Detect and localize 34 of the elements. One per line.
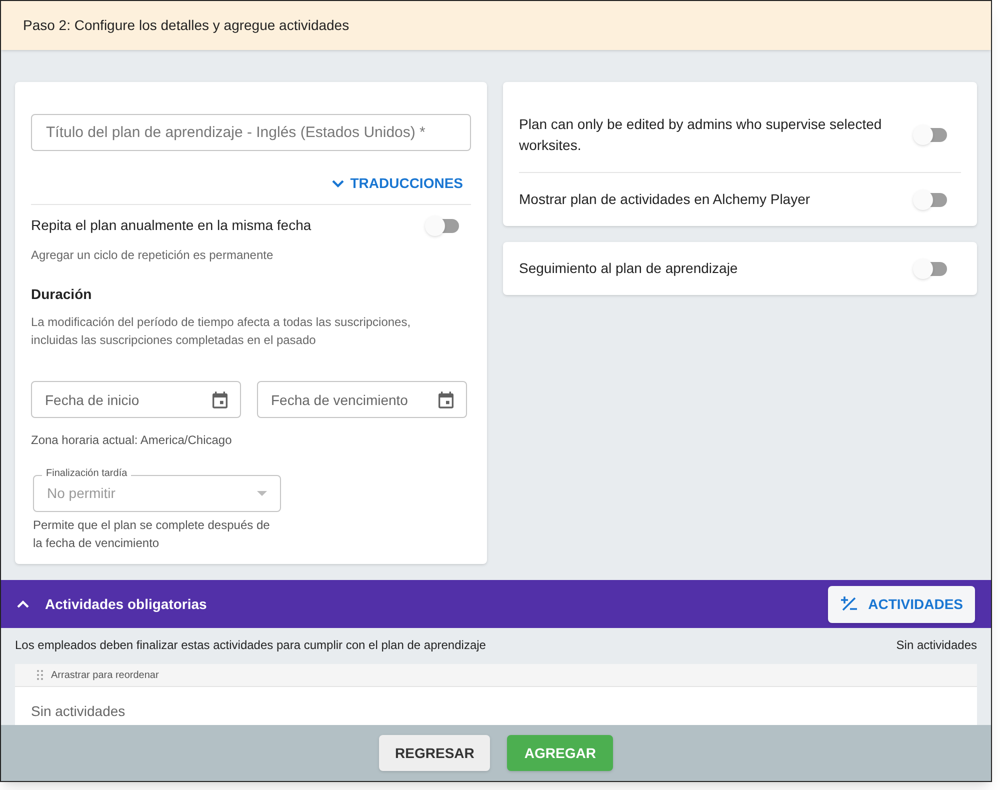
dropdown-arrow-icon <box>257 491 267 496</box>
calendar-icon[interactable] <box>436 390 456 410</box>
calendar-icon[interactable] <box>210 390 230 410</box>
duration-heading: Duración <box>31 285 93 304</box>
activity-count: Sin actividades <box>896 637 977 654</box>
section-title: Actividades obligatorias <box>45 594 207 614</box>
step-title: Paso 2: Configure los detalles y agregue actividades <box>23 16 350 35</box>
repeat-label: Repita el plan anualmente en la misma fecha <box>31 216 312 235</box>
toggle-switch[interactable] <box>425 216 461 236</box>
plus-minus-icon <box>840 595 858 613</box>
select-value: No permitir <box>47 484 116 503</box>
setting-label: Plan can only be edited by admins who supervise selected worksites. <box>519 115 883 155</box>
timezone-text: Zona horaria actual: America/Chicago <box>31 432 233 449</box>
translations-button[interactable]: TRADUCCIONES <box>332 173 463 194</box>
collapse-chevron-icon[interactable] <box>17 600 29 608</box>
duration-note: La modificación del período de tiempo afecta a todas las suscripciones, incluidas las suscripciones completadas en el pasado <box>31 314 412 349</box>
late-completion-hint: Permite que el plan se complete después de la fecha de vencimiento <box>33 517 271 552</box>
drag-hint: Arrastrar para reordenar <box>51 668 159 682</box>
setting-label: Seguimiento al plan de aprendizaje <box>519 259 738 278</box>
toggle-switch[interactable] <box>913 125 949 145</box>
toggle-switch[interactable] <box>913 190 949 210</box>
due-date-field[interactable]: Fecha de vencimiento <box>257 381 467 418</box>
add-activities-button[interactable]: ACTIVIDADES <box>828 586 975 622</box>
back-button[interactable]: REGRESAR <box>379 735 490 771</box>
empty-message: Sin actividades <box>30 702 126 721</box>
activities-description: Los empleados deben finalizar estas actividades para cumplir con el plan de aprendizaje <box>15 637 486 654</box>
toggle-switch[interactable] <box>913 258 949 278</box>
add-button[interactable]: AGREGAR <box>507 735 613 771</box>
chevron-icon <box>332 180 344 188</box>
drag-handle-icon <box>37 670 43 680</box>
repeat-hint: Agregar un ciclo de repetición es permanente <box>31 247 274 264</box>
start-date-field[interactable]: Fecha de inicio <box>31 381 241 418</box>
title-field[interactable]: Título del plan de aprendizaje - Inglés (Estados Unidos) * <box>31 114 471 151</box>
setting-label: Mostrar plan de actividades en Alchemy Player <box>519 190 810 209</box>
